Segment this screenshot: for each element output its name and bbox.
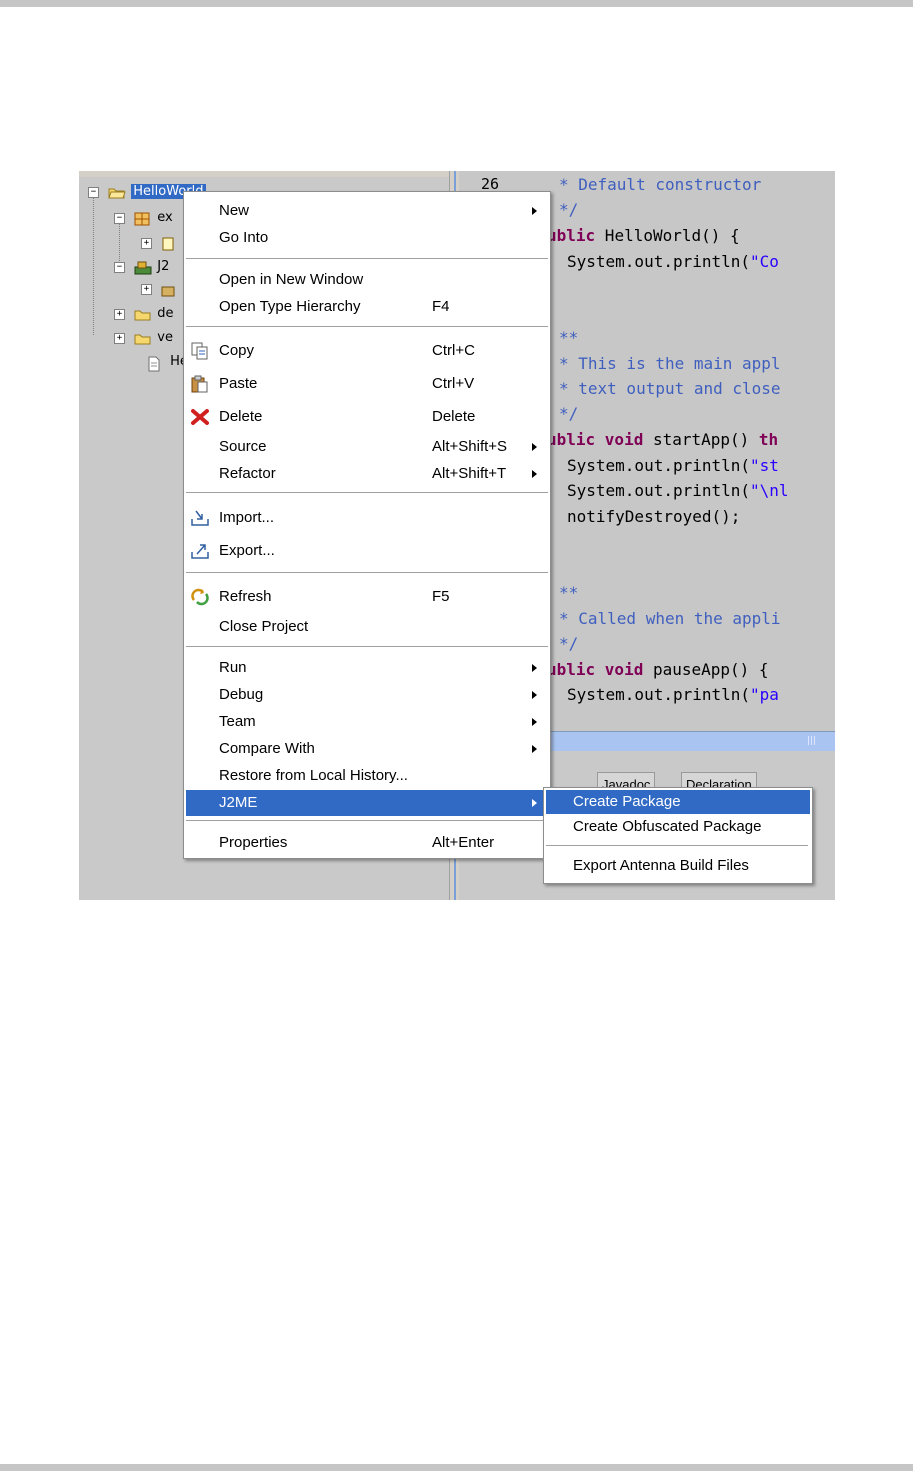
- menu-separator: [546, 845, 808, 847]
- collapse-icon[interactable]: −: [114, 261, 125, 273]
- menu-item-refresh[interactable]: Refresh F5: [184, 584, 550, 610]
- tree-item-j2me-library[interactable]: − J2: [114, 257, 169, 277]
- menu-item-j2me[interactable]: J2ME: [186, 790, 548, 816]
- jar-icon: [161, 237, 177, 251]
- menu-separator: [186, 820, 548, 822]
- folder-icon: [134, 308, 151, 321]
- folder-icon: [134, 332, 151, 345]
- menu-item-go-into[interactable]: Go Into: [184, 225, 550, 251]
- menu-item-close-project[interactable]: Close Project: [184, 614, 550, 640]
- menu-item-refactor[interactable]: Refactor Alt+Shift+T: [184, 461, 550, 487]
- export-icon: [190, 542, 210, 560]
- menu-separator: [186, 326, 548, 328]
- delete-icon: [190, 408, 210, 426]
- context-menu: New Go Into Open in New Window Open Type…: [183, 191, 551, 859]
- submenu-arrow-icon: [532, 799, 537, 807]
- package-icon: [134, 212, 150, 226]
- page-bottom-rule: [0, 1464, 913, 1471]
- tree-label: J2: [157, 259, 170, 274]
- menu-item-create-package[interactable]: Create Package: [546, 790, 810, 814]
- tree-label: ve: [157, 330, 173, 345]
- submenu-arrow-icon: [532, 745, 537, 753]
- refresh-icon: [190, 588, 210, 606]
- expand-icon[interactable]: +: [141, 237, 152, 249]
- code-line: notifyDestroyed();: [567, 507, 741, 526]
- paste-icon: [190, 375, 210, 393]
- menu-item-export-antenna[interactable]: Export Antenna Build Files: [546, 854, 810, 878]
- menu-item-export[interactable]: Export...: [184, 538, 550, 564]
- menu-separator: [186, 646, 548, 648]
- code-line: ublic HelloWorld() {: [547, 226, 740, 245]
- code-line: **: [559, 328, 579, 347]
- menu-item-open-new-window[interactable]: Open in New Window: [184, 267, 550, 293]
- code-line: */: [559, 634, 579, 653]
- tree-item-ve[interactable]: + ve: [114, 328, 173, 348]
- submenu-arrow-icon: [532, 207, 537, 215]
- collapse-icon[interactable]: −: [88, 186, 99, 198]
- menu-item-open-type-hierarchy[interactable]: Open Type Hierarchy F4: [184, 294, 550, 320]
- library-icon: [134, 261, 152, 275]
- eclipse-screenshot: − HelloWorld − ex + J − J2: [79, 171, 835, 900]
- submenu-arrow-icon: [532, 664, 537, 672]
- tree-line: [93, 197, 94, 335]
- menu-item-source[interactable]: Source Alt+Shift+S: [184, 434, 550, 460]
- j2me-submenu: Create Package Create Obfuscated Package…: [543, 787, 813, 884]
- code-line: System.out.println("st: [567, 456, 779, 475]
- tree-label: de: [157, 306, 174, 321]
- submenu-arrow-icon: [532, 470, 537, 478]
- menu-item-copy[interactable]: Copy Ctrl+C: [184, 338, 550, 364]
- code-line: System.out.println("\nl: [567, 481, 789, 500]
- menu-item-run[interactable]: Run: [184, 655, 550, 681]
- tree-item-he[interactable]: He: [142, 352, 188, 372]
- code-line: * Default constructor: [559, 175, 762, 194]
- menu-item-import[interactable]: Import...: [184, 505, 550, 531]
- menu-item-create-obfuscated-package[interactable]: Create Obfuscated Package: [546, 815, 810, 839]
- code-line: */: [559, 404, 579, 423]
- collapse-icon[interactable]: −: [114, 212, 125, 224]
- menu-item-debug[interactable]: Debug: [184, 682, 550, 708]
- menu-item-delete[interactable]: Delete Delete: [184, 404, 550, 430]
- expand-icon[interactable]: +: [141, 284, 152, 295]
- submenu-arrow-icon: [532, 718, 537, 726]
- submenu-arrow-icon: [532, 691, 537, 699]
- copy-icon: [190, 342, 210, 360]
- menu-item-compare-with[interactable]: Compare With: [184, 736, 550, 762]
- expand-icon[interactable]: +: [114, 332, 125, 344]
- expand-icon[interactable]: +: [114, 308, 125, 320]
- file-icon: [147, 356, 163, 372]
- code-line: System.out.println("pa: [567, 685, 779, 704]
- code-line: ublic void pauseApp() {: [547, 660, 769, 679]
- submenu-arrow-icon: [532, 443, 537, 451]
- menu-item-restore-history[interactable]: Restore from Local History...: [184, 763, 550, 789]
- open-folder-icon: [108, 186, 126, 199]
- tree-item-j[interactable]: + J: [141, 233, 188, 253]
- import-icon: [190, 509, 210, 527]
- tree-label: ex: [157, 210, 173, 225]
- menu-item-properties[interactable]: Properties Alt+Enter: [184, 830, 550, 856]
- tree-item-src[interactable]: − ex: [114, 208, 173, 228]
- jar-icon: [161, 284, 177, 296]
- code-line: * This is the main appl: [559, 354, 781, 373]
- menu-item-paste[interactable]: Paste Ctrl+V: [184, 371, 550, 397]
- code-line: */: [559, 200, 579, 219]
- explorer-toolbar: [79, 171, 449, 177]
- page-top-rule: [0, 0, 913, 7]
- menu-item-team[interactable]: Team: [184, 709, 550, 735]
- code-line: * Called when the appli: [559, 609, 781, 628]
- code-line: ublic void startApp() th: [547, 430, 779, 449]
- scroll-grip[interactable]: |||: [807, 736, 821, 748]
- code-line: **: [559, 583, 579, 602]
- menu-separator: [186, 572, 548, 574]
- tree-item-library-child[interactable]: +: [141, 280, 177, 300]
- menu-separator: [186, 258, 548, 260]
- code-line: System.out.println("Co: [567, 252, 779, 271]
- tree-item-de[interactable]: + de: [114, 304, 174, 324]
- code-line: * text output and close: [559, 379, 781, 398]
- menu-separator: [186, 492, 548, 494]
- menu-item-new[interactable]: New: [184, 198, 550, 224]
